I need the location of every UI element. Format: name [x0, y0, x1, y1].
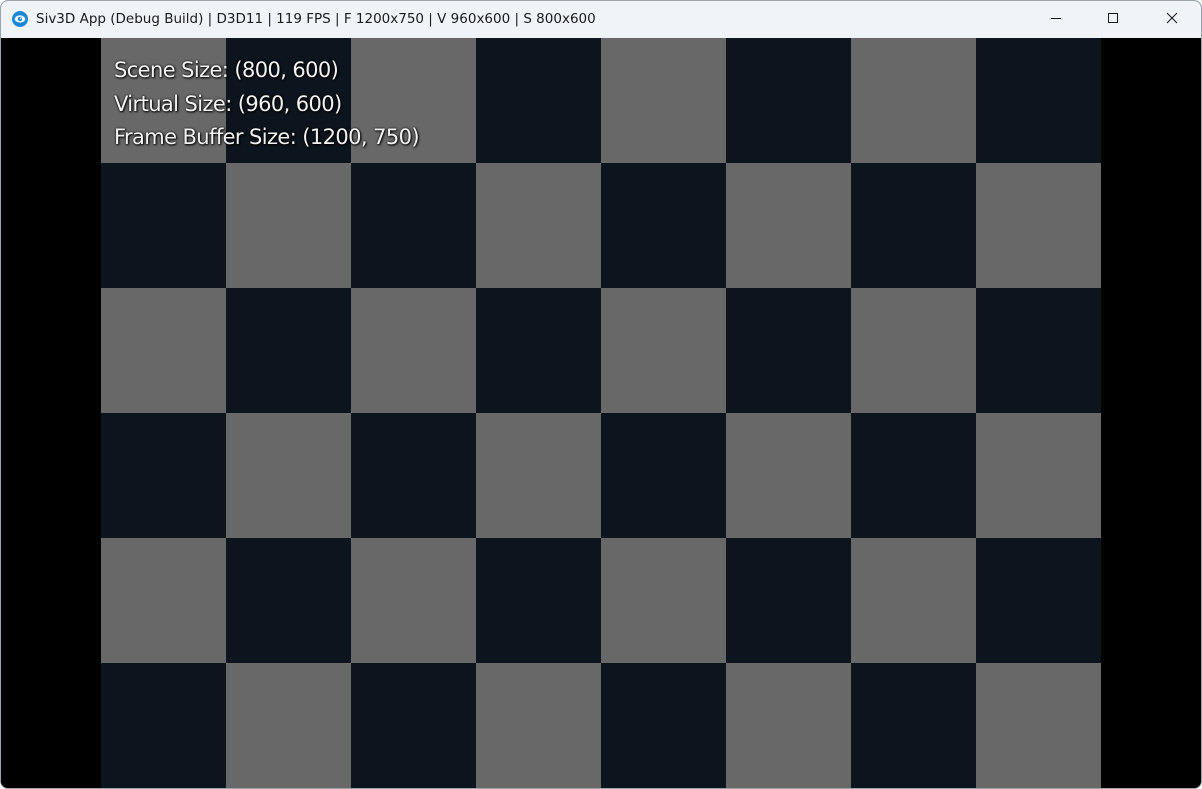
scene-size-text: Scene Size: (800, 600) — [114, 58, 339, 82]
checker-cell — [726, 538, 851, 663]
checker-cell — [976, 538, 1101, 663]
checker-cell — [101, 538, 226, 663]
siv3d-app-icon[interactable] — [11, 10, 29, 28]
checker-cell — [851, 538, 976, 663]
checker-cell — [351, 538, 476, 663]
checker-cell — [226, 663, 351, 788]
title-bar[interactable]: Siv3D App (Debug Build) | D3D11 | 119 FP… — [1, 1, 1201, 38]
checker-cell — [476, 163, 601, 288]
checker-cell — [726, 38, 851, 163]
checker-cell — [601, 538, 726, 663]
minimize-icon — [1050, 12, 1062, 28]
checker-cell — [351, 163, 476, 288]
checker-cell — [476, 538, 601, 663]
checker-cell — [101, 663, 226, 788]
checker-cell — [851, 163, 976, 288]
checker-cell — [976, 38, 1101, 163]
maximize-button[interactable] — [1084, 1, 1141, 38]
checker-cell — [476, 38, 601, 163]
frame-buffer-size-text: Frame Buffer Size: (1200, 750) — [114, 125, 420, 149]
checker-cell — [726, 163, 851, 288]
virtual-size-text: Virtual Size: (960, 600) — [114, 91, 342, 116]
checker-cell — [226, 538, 351, 663]
checker-cell — [351, 663, 476, 788]
size-info-overlay: Scene Size: (800, 600) Virtual Size: (96… — [114, 54, 420, 155]
checker-cell — [726, 288, 851, 413]
checker-cell — [851, 663, 976, 788]
checker-cell — [851, 38, 976, 163]
checker-cell — [101, 288, 226, 413]
checker-cell — [351, 288, 476, 413]
window-title: Siv3D App (Debug Build) | D3D11 | 119 FP… — [36, 11, 596, 27]
checker-cell — [476, 288, 601, 413]
checker-cell — [101, 163, 226, 288]
checker-cell — [726, 413, 851, 538]
checker-cell — [976, 413, 1101, 538]
checker-cell — [226, 163, 351, 288]
maximize-icon — [1107, 12, 1119, 28]
checker-cell — [976, 163, 1101, 288]
checker-cell — [226, 288, 351, 413]
checker-cell — [976, 288, 1101, 413]
checker-cell — [601, 288, 726, 413]
checker-cell — [101, 413, 226, 538]
checker-cell — [851, 288, 976, 413]
close-icon — [1166, 12, 1178, 28]
checker-cell — [476, 663, 601, 788]
checker-cell — [601, 163, 726, 288]
checker-cell — [726, 663, 851, 788]
checker-cell — [226, 413, 351, 538]
client-area[interactable]: Scene Size: (800, 600) Virtual Size: (96… — [1, 38, 1201, 788]
checker-cell — [601, 663, 726, 788]
checker-cell — [601, 413, 726, 538]
checker-cell — [851, 413, 976, 538]
minimize-button[interactable] — [1027, 1, 1084, 38]
app-window: Siv3D App (Debug Build) | D3D11 | 119 FP… — [0, 0, 1202, 789]
checker-cell — [351, 413, 476, 538]
checker-cell — [476, 413, 601, 538]
close-button[interactable] — [1143, 1, 1200, 38]
checker-cell — [601, 38, 726, 163]
checker-cell — [976, 663, 1101, 788]
